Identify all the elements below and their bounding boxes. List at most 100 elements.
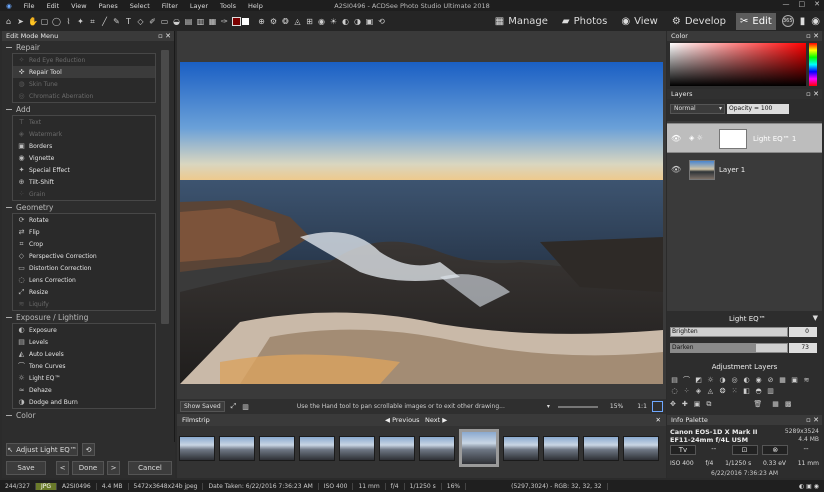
menu-item-distortion-correction[interactable]: ▭ Distortion Correction bbox=[13, 262, 155, 274]
hand-icon[interactable]: ✋ bbox=[28, 17, 38, 26]
show-saved-button[interactable]: Show Saved bbox=[180, 401, 225, 412]
settings-icon[interactable]: ⚙ bbox=[269, 17, 278, 26]
menu-item-text[interactable]: T Text bbox=[13, 116, 155, 128]
save-button[interactable]: Save bbox=[6, 461, 46, 475]
dodge-icon[interactable]: ☀ bbox=[329, 17, 338, 26]
opacity-field[interactable]: Opacity = 100 bbox=[727, 104, 789, 114]
layer-fx-icon[interactable]: ▩ bbox=[785, 400, 792, 409]
menu-item-levels[interactable]: ▤ Levels bbox=[13, 336, 155, 348]
menu-item-borders[interactable]: ▣ Borders bbox=[13, 140, 155, 152]
zoom-dropdown-icon[interactable]: ▾ bbox=[547, 403, 550, 410]
delete-layer-icon[interactable]: 🗑 bbox=[753, 400, 762, 409]
left-scrollbar[interactable] bbox=[161, 50, 169, 324]
mask-layer-icon[interactable]: ▦ bbox=[772, 400, 779, 409]
previous-button[interactable]: ◀ Previous bbox=[385, 416, 420, 424]
move-layer-icon[interactable]: ✥ bbox=[670, 400, 676, 409]
menu-item-chromatic-aberration[interactable]: ◎ Chromatic Aberration bbox=[13, 90, 155, 102]
adjust-light-eq-button[interactable]: ↖ Adjust Light EQ™ bbox=[6, 443, 78, 456]
shape-icon[interactable]: ◇ bbox=[136, 17, 145, 26]
sharpen-icon[interactable]: ◬ bbox=[293, 17, 302, 26]
section-title[interactable]: Geometry bbox=[2, 201, 174, 213]
gradient-icon[interactable]: ▤ bbox=[184, 17, 193, 26]
visibility-eye-icon[interactable]: 👁 bbox=[671, 134, 681, 143]
menu-item-liquify[interactable]: ≋ Liquify bbox=[13, 298, 155, 310]
select-ellipse-icon[interactable]: ◯ bbox=[52, 17, 61, 26]
filmstrip-thumbnail[interactable] bbox=[179, 436, 215, 461]
zoom-slider[interactable] bbox=[557, 405, 598, 408]
filmstrip-close-icon[interactable]: ✕ bbox=[656, 416, 661, 424]
menu-item-tilt-shift[interactable]: ⊕ Tilt-Shift bbox=[13, 176, 155, 188]
filmstrip-thumbnail[interactable] bbox=[583, 436, 619, 461]
darken-value[interactable]: 73 bbox=[789, 343, 817, 353]
eraser-icon[interactable]: ▭ bbox=[160, 17, 169, 26]
panel-pin-close-icon[interactable]: ▫ ✕ bbox=[158, 31, 171, 41]
filmstrip-thumbnail[interactable] bbox=[459, 429, 499, 467]
info-close-icon[interactable]: ▫ ✕ bbox=[806, 415, 819, 425]
mode-edit[interactable]: ✂ Edit bbox=[735, 12, 776, 30]
mode-photos[interactable]: ▰ Photos bbox=[558, 13, 611, 30]
light-eq-adj-icon[interactable]: ☼ bbox=[706, 376, 715, 384]
burn-icon[interactable]: ◐ bbox=[341, 17, 350, 26]
filmstrip-thumbnail[interactable] bbox=[419, 436, 455, 461]
grain-adj-icon[interactable]: ⁘ bbox=[682, 387, 691, 395]
text-icon[interactable]: T bbox=[124, 17, 133, 26]
done-button[interactable]: Done bbox=[72, 461, 104, 475]
mode-view[interactable]: ◉ View bbox=[617, 13, 661, 30]
filmstrip-thumbnail[interactable] bbox=[299, 436, 335, 461]
actual-size-button[interactable]: 1:1 bbox=[637, 403, 647, 410]
sponge-icon[interactable]: ◉ bbox=[317, 17, 326, 26]
color-picker-field[interactable] bbox=[670, 43, 806, 86]
menu-item-dehaze[interactable]: ≈ Dehaze bbox=[13, 384, 155, 396]
clone-icon[interactable]: ⊞ bbox=[305, 17, 314, 26]
dehaze-adj-icon[interactable]: ≋ bbox=[802, 376, 811, 384]
blur-adj-icon[interactable]: ❂ bbox=[718, 387, 727, 395]
histogram-icon[interactable]: ▦ bbox=[208, 17, 217, 26]
minimize-icon[interactable]: — bbox=[783, 0, 790, 8]
menu-item-special-effect[interactable]: ✦ Special Effect bbox=[13, 164, 155, 176]
filmstrip-thumbnail[interactable] bbox=[623, 436, 659, 461]
menu-item-repair-tool[interactable]: ✜ Repair Tool bbox=[13, 66, 155, 78]
menu-item-crop[interactable]: ⌗ Crop bbox=[13, 238, 155, 250]
foreground-color-swatch[interactable] bbox=[232, 16, 241, 26]
menu-item-grain[interactable]: ⁘ Grain bbox=[13, 188, 155, 200]
merge-layer-icon[interactable]: ⧉ bbox=[706, 400, 711, 409]
brush-icon[interactable]: ✐ bbox=[148, 17, 157, 26]
photo-image[interactable] bbox=[180, 62, 663, 384]
background-color-swatch[interactable] bbox=[242, 17, 249, 25]
layer-row-light-eq[interactable]: 👁 ◈ ☼ Light EQ™ 1 bbox=[667, 123, 822, 153]
exposure-adj-icon[interactable]: ◩ bbox=[694, 376, 703, 384]
section-title[interactable]: Add bbox=[2, 103, 174, 115]
curves-adj-icon[interactable]: ⌒ bbox=[682, 376, 691, 384]
mode-manage[interactable]: ▦ Manage bbox=[491, 13, 552, 30]
home-icon[interactable]: ⌂ bbox=[4, 17, 13, 26]
reset-icon[interactable]: ⟲ bbox=[82, 443, 95, 456]
cancel-button[interactable]: Cancel bbox=[128, 461, 172, 475]
layers-panel-close-icon[interactable]: ▫ ✕ bbox=[806, 89, 819, 99]
menu-item-resize[interactable]: ⤢ Resize bbox=[13, 286, 155, 298]
filmstrip-thumbnail[interactable] bbox=[259, 436, 295, 461]
menu-item-flip[interactable]: ⇄ Flip bbox=[13, 226, 155, 238]
crop-icon[interactable]: ⌗ bbox=[88, 17, 97, 26]
hue-slider[interactable] bbox=[809, 43, 817, 86]
brighten-value[interactable]: 0 bbox=[789, 327, 817, 337]
previous-arrow-icon[interactable]: < bbox=[56, 461, 69, 475]
histogram-mini-icon[interactable]: ▥ bbox=[242, 403, 249, 411]
section-title[interactable]: Exposure / Lighting bbox=[2, 311, 174, 323]
color-balance-adj-icon[interactable]: ◑ bbox=[718, 376, 727, 384]
gradient-adj-icon[interactable]: ▥ bbox=[766, 387, 775, 395]
fill-icon[interactable]: ◒ bbox=[172, 17, 181, 26]
select-rect-icon[interactable]: ▢ bbox=[40, 17, 49, 26]
vignette-adj-icon[interactable]: ◌ bbox=[670, 387, 679, 395]
filmstrip-thumbnail[interactable] bbox=[543, 436, 579, 461]
filmstrip-thumbnail[interactable] bbox=[219, 436, 255, 461]
collapse-icon[interactable]: ▼ bbox=[813, 314, 818, 322]
line-icon[interactable]: ╱ bbox=[100, 17, 109, 26]
eyedropper-icon[interactable]: ✑ bbox=[220, 17, 229, 26]
mode-develop[interactable]: ⚙ Develop bbox=[668, 13, 730, 30]
color-lut-adj-icon[interactable]: ◈ bbox=[694, 387, 703, 395]
next-arrow-icon[interactable]: > bbox=[107, 461, 120, 475]
lasso-icon[interactable]: ⌇ bbox=[64, 17, 73, 26]
threshold-adj-icon[interactable]: ▣ bbox=[790, 376, 799, 384]
menu-item-light-eq[interactable]: ☼ Light EQ™ bbox=[13, 372, 155, 384]
bw-adj-icon[interactable]: ◐ bbox=[742, 376, 751, 384]
